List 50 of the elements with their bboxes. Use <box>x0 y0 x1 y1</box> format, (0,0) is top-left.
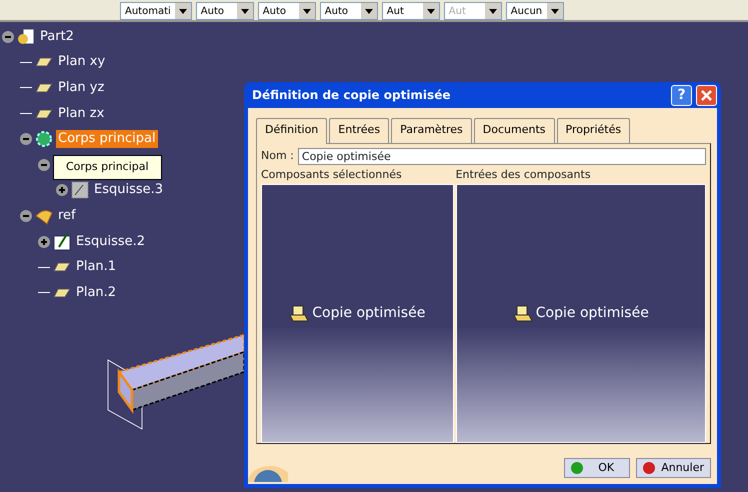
panel-heading: Composants sélectionnés <box>261 166 403 182</box>
name-label: Nom : <box>261 148 294 164</box>
plane-icon <box>53 262 71 272</box>
tab[interactable]: Propriétés <box>556 118 630 142</box>
plane-icon <box>35 82 53 93</box>
caret-icon <box>426 8 435 14</box>
caret-icon <box>240 8 249 14</box>
expand-icon[interactable] <box>56 184 68 196</box>
caret-icon <box>364 8 373 14</box>
plane-icon <box>53 288 71 298</box>
document-icon <box>289 304 310 322</box>
caret-icon <box>550 8 559 14</box>
cancel-button[interactable]: Annuler <box>636 458 711 478</box>
tree-item[interactable]: Plan yz <box>56 78 106 97</box>
caret-icon <box>302 8 311 14</box>
name-field[interactable]: Copie optimisée <box>298 148 706 164</box>
help-button[interactable]: ? <box>671 84 692 106</box>
dropdown-field[interactable]: Auto <box>258 2 316 20</box>
expand-icon[interactable] <box>38 236 50 248</box>
close-icon <box>701 90 712 100</box>
list-item[interactable]: Copie optimisée <box>312 303 426 324</box>
list-item[interactable]: Copie optimisée <box>536 303 649 324</box>
tab[interactable]: Documents <box>474 118 554 142</box>
close-button[interactable] <box>696 84 717 106</box>
caret-icon <box>488 8 497 14</box>
panel-heading: Entrées des composants <box>456 166 592 182</box>
tooltip: Corps principal <box>53 155 162 180</box>
dropdown-field[interactable]: Automati <box>120 2 192 20</box>
status-dot-icon <box>571 462 584 474</box>
dropdown-field[interactable]: Aucun <box>506 2 564 20</box>
ok-button[interactable]: OK <box>564 458 630 478</box>
part-icon <box>17 28 35 46</box>
tab[interactable]: Paramètres <box>391 118 472 142</box>
plane-icon <box>35 108 53 119</box>
collapse-icon[interactable] <box>20 210 32 222</box>
window-title: Définition de copie optimisée <box>252 87 450 104</box>
sketch-icon <box>53 232 71 251</box>
collapse-icon[interactable] <box>2 30 14 43</box>
tab[interactable]: Définition <box>256 118 328 144</box>
collapse-icon[interactable] <box>38 158 50 171</box>
caret-icon <box>178 8 187 14</box>
tab[interactable]: Entrées <box>329 118 390 142</box>
plane-icon <box>35 57 53 68</box>
dropdown-field[interactable]: Auto <box>196 2 254 20</box>
collapse-icon[interactable] <box>20 133 32 146</box>
dropdown-field[interactable]: Auto <box>320 2 378 20</box>
document-icon <box>512 304 533 322</box>
dropdown-field[interactable]: Aut <box>382 2 440 20</box>
status-dot-icon <box>643 462 656 474</box>
sketch-icon <box>71 181 89 200</box>
